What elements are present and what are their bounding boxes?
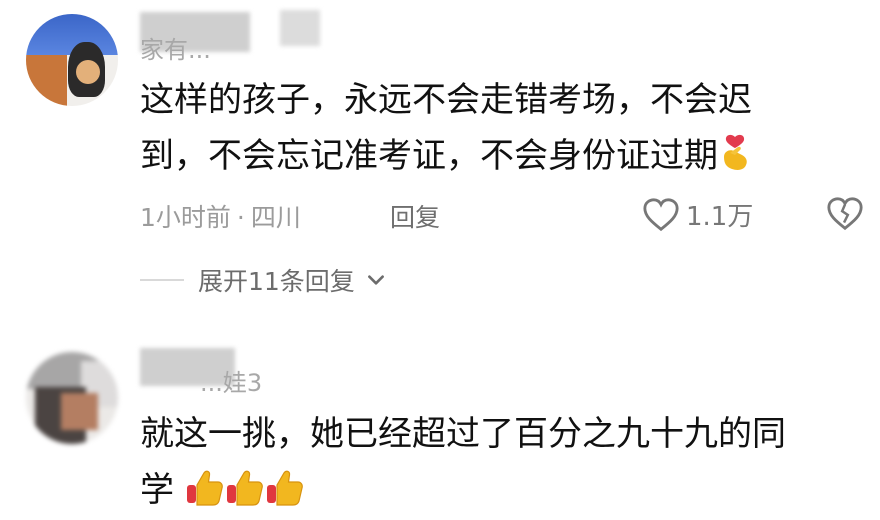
comment-item: ...娃3 就这一挑，她已经超过了百分之九十九的同 学 bbox=[0, 330, 880, 520]
comment-text: 这样的孩子，永远不会走错考场，不会迟 到，不会忘记准考证，不会身份证过期 bbox=[140, 72, 840, 184]
comment-text-line: 学 bbox=[140, 470, 174, 510]
heart-icon bbox=[643, 197, 679, 231]
thumbs-up-icon bbox=[185, 469, 225, 512]
broken-heart-icon bbox=[827, 197, 863, 231]
expand-replies-button[interactable]: 展开11条回复 bbox=[140, 262, 387, 298]
comment-text: 就这一挑，她已经超过了百分之九十九的同 学 bbox=[140, 406, 840, 518]
comment-item: 家有... 这样的孩子，永远不会走错考场，不会迟 到，不会忘记准考证，不会身份证… bbox=[0, 0, 880, 330]
avatar[interactable] bbox=[26, 14, 118, 106]
like-button[interactable]: 1.1万 bbox=[642, 196, 753, 233]
comment-text-line: 这样的孩子，永远不会走错考场，不会迟 bbox=[140, 80, 752, 120]
comment-text-line: 到，不会忘记准考证，不会身份证过期 bbox=[140, 136, 718, 176]
comment-meta: 1小时前 · 四川 bbox=[140, 203, 301, 232]
heart-finger-icon bbox=[718, 133, 752, 178]
dislike-button[interactable] bbox=[826, 196, 864, 236]
thumbs-up-icon bbox=[265, 469, 305, 512]
comment-text-line: 就这一挑，她已经超过了百分之九十九的同 bbox=[140, 414, 786, 454]
username[interactable]: 家有... bbox=[140, 30, 211, 65]
avatar[interactable] bbox=[26, 352, 118, 444]
chevron-down-icon bbox=[367, 275, 384, 285]
like-count: 1.1万 bbox=[686, 202, 754, 232]
divider-line bbox=[140, 279, 184, 281]
thumbs-up-icon bbox=[225, 469, 265, 512]
blurred-username bbox=[280, 10, 320, 46]
expand-replies-label: 展开11条回复 bbox=[198, 267, 355, 296]
reply-button[interactable]: 回复 bbox=[390, 198, 440, 234]
comment-time: 1小时前 bbox=[140, 203, 231, 232]
comment-location: 四川 bbox=[250, 203, 301, 232]
username[interactable]: ...娃3 bbox=[200, 363, 262, 398]
